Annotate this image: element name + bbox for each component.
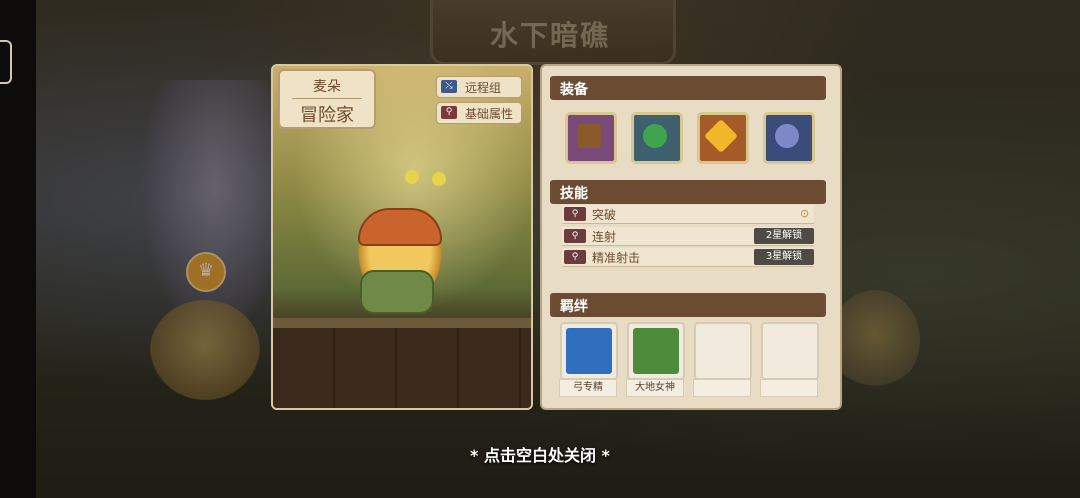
- equip-slot-green-gem[interactable]: [631, 112, 683, 164]
- equip-slot-blue-gem[interactable]: [763, 112, 815, 164]
- earth-tree-icon: [633, 328, 679, 374]
- hero-helmet: [358, 208, 442, 246]
- tag-base-stats[interactable]: ⚲ 基础属性: [436, 102, 522, 124]
- equip-slot-gold-gem[interactable]: [697, 112, 749, 164]
- magnifier-icon: ⚲: [564, 250, 586, 264]
- bow-icon: ⤯: [441, 80, 457, 93]
- equip-slot-crossbow[interactable]: [565, 112, 617, 164]
- skills-heading: 技能: [550, 180, 826, 204]
- bonds-heading-label: 羁绊: [560, 299, 588, 315]
- magnifier-icon: ⚲: [564, 229, 586, 243]
- unlock-requirement-badge: 2星解锁: [754, 228, 814, 244]
- blue-gem-icon: [775, 124, 799, 148]
- crossbow-icon: [577, 124, 601, 148]
- bond-label: 大地女神: [626, 379, 684, 397]
- skill-name: 突破: [592, 208, 617, 222]
- green-gem-icon: [643, 124, 667, 148]
- bond-slot-earth-goddess[interactable]: [627, 322, 685, 380]
- hero-name-plate: 麦朵 冒险家: [278, 69, 376, 129]
- skills-heading-label: 技能: [560, 186, 588, 202]
- bow-mastery-icon: [566, 328, 612, 374]
- skill-name: 连射: [592, 230, 617, 244]
- hexagon-icon[interactable]: [0, 40, 12, 84]
- tag-ranged-group[interactable]: ⤯ 远程组: [436, 76, 522, 98]
- tag-label: 基础属性: [465, 107, 514, 121]
- flower-icon: [405, 170, 419, 184]
- hero-vest: [360, 270, 434, 314]
- skill-name: 精准射击: [592, 251, 641, 265]
- tag-label: 远程组: [465, 81, 502, 95]
- hero-class: 冒险家: [300, 105, 354, 126]
- bond-slot-empty[interactable]: [694, 322, 752, 380]
- card-floor: [273, 328, 531, 408]
- bond-label: 弓专精: [559, 379, 617, 397]
- bond-slot-empty[interactable]: [761, 322, 819, 380]
- close-hint: * 点击空白处关闭 *: [470, 446, 610, 465]
- magnifier-icon: ⚲: [441, 106, 457, 119]
- flower-icon: [432, 172, 446, 186]
- skill-row-breakthrough[interactable]: ⚲ 突破 ⊙: [562, 205, 814, 224]
- bonds-heading: 羁绊: [550, 293, 826, 317]
- hero-name: 麦朵: [313, 79, 341, 95]
- magnifier-icon: ⚲: [564, 207, 586, 221]
- name-divider: [292, 98, 362, 99]
- equipment-heading: 装备: [550, 76, 826, 100]
- bond-label: [760, 379, 818, 397]
- equipment-heading-label: 装备: [560, 82, 588, 98]
- bond-label: [693, 379, 751, 397]
- location-pin-icon: ⊙: [800, 207, 810, 220]
- skill-row-precise-shot[interactable]: ⚲ 精准射击 3星解锁: [562, 248, 814, 267]
- bond-slot-bow-mastery[interactable]: [560, 322, 618, 380]
- unlock-requirement-badge: 3星解锁: [754, 249, 814, 265]
- skill-row-rapid-fire[interactable]: ⚲ 连射 2星解锁: [562, 227, 814, 246]
- gold-gem-icon: [704, 119, 738, 153]
